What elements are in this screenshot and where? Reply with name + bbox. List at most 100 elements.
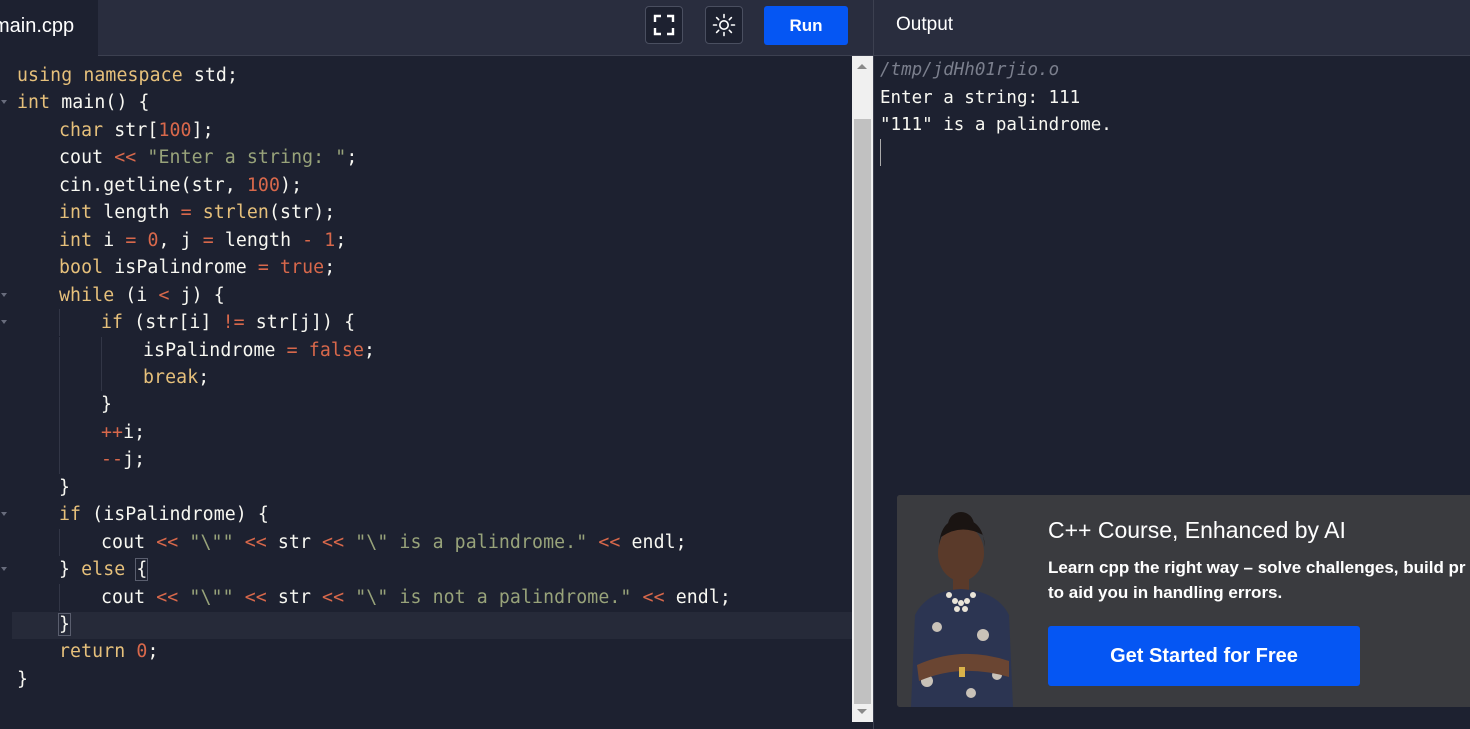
theme-toggle-icon <box>712 13 736 37</box>
code-token: << <box>114 147 137 169</box>
code-token: - <box>302 229 314 251</box>
fold-arrow-icon[interactable] <box>0 98 8 106</box>
fold-arrow-icon[interactable] <box>0 510 8 518</box>
scroll-down-arrow-icon[interactable] <box>857 709 867 714</box>
code-token: str[j]) { <box>244 312 356 334</box>
code-token: if <box>59 504 82 526</box>
code-token: "Enter a string: " <box>147 147 347 169</box>
code-token: (str[i] <box>123 312 223 334</box>
code-line: if (str[i] != str[j]) { <box>101 309 355 336</box>
code-token: (i <box>114 284 159 306</box>
code-token: isPalindrome <box>103 257 258 279</box>
code-token: 0 <box>147 229 159 251</box>
code-token: true <box>280 257 325 279</box>
fold-arrow-icon[interactable] <box>0 318 8 326</box>
code-token: << <box>244 586 267 608</box>
editor-toolbar: main.cpp Run <box>0 0 873 56</box>
code-token: , j <box>158 229 203 251</box>
course-ad-card[interactable]: C++ Course, Enhanced by AI Learn cpp the… <box>897 495 1470 707</box>
code-token: << <box>598 531 621 553</box>
output-header: Output <box>874 0 1470 56</box>
scrollbar-thumb[interactable] <box>854 119 871 704</box>
scroll-up-arrow-icon[interactable] <box>857 64 867 69</box>
code-editor[interactable]: using namespace std; int main() {char str… <box>0 56 852 729</box>
code-line: bool isPalindrome = true; <box>59 254 335 281</box>
code-token: { <box>135 558 149 582</box>
editor-scrollbar[interactable] <box>852 56 873 722</box>
code-token: int <box>59 202 93 224</box>
fold-arrow-icon[interactable] <box>0 565 8 573</box>
code-token: ; <box>324 257 336 279</box>
code-token: int <box>59 229 93 251</box>
code-token: = <box>286 339 298 361</box>
code-token: ; <box>335 229 347 251</box>
code-token: int <box>17 92 51 114</box>
output-binary-path: /tmp/jdHh01rjio.o <box>880 60 1060 80</box>
indent-guide <box>59 336 60 364</box>
code-token: return <box>59 641 126 663</box>
code-token: } <box>57 613 72 636</box>
code-token: << <box>244 531 267 553</box>
code-line: char str[100]; <box>59 117 214 144</box>
code-line: while (i < j) { <box>59 282 225 309</box>
code-token: j; <box>123 449 146 471</box>
code-token: << <box>156 531 179 553</box>
code-token: "\" is not a palindrome." <box>355 586 632 608</box>
code-line: --j; <box>101 446 145 473</box>
code-line: isPalindrome = false; <box>143 337 375 364</box>
text-cursor <box>880 139 881 166</box>
code-token: (str); <box>269 202 336 224</box>
code-token: 100 <box>158 119 192 141</box>
fold-arrow-icon[interactable] <box>0 291 8 299</box>
code-token: length <box>213 229 303 251</box>
file-tab[interactable]: main.cpp <box>0 0 98 56</box>
code-token: j) { <box>169 284 225 306</box>
code-line: cin.getline(str, 100); <box>59 172 302 199</box>
code-line: if (isPalindrome) { <box>59 501 269 528</box>
code-token: using <box>17 65 73 86</box>
code-token: 1 <box>324 229 336 251</box>
indent-guide <box>59 418 60 447</box>
code-token: } <box>59 559 82 581</box>
run-button[interactable]: Run <box>764 6 848 45</box>
code-token: std; <box>182 65 239 86</box>
indent-guide <box>59 363 60 392</box>
code-token: << <box>642 586 665 608</box>
fullscreen-button[interactable] <box>645 6 683 44</box>
code-token: } <box>59 476 71 498</box>
code-token: ; <box>346 147 358 169</box>
active-line-highlight <box>12 612 852 639</box>
code-token: break <box>143 366 199 388</box>
code-token: "\" is a palindrome." <box>355 531 588 553</box>
code-line: cout << "\"" << str << "\" is a palindro… <box>101 529 687 556</box>
code-token: cout <box>101 586 157 608</box>
code-token: cout <box>59 147 115 169</box>
code-token: "\"" <box>189 531 234 553</box>
code-token: str <box>266 586 323 608</box>
indent-guide <box>59 583 60 611</box>
code-token: < <box>158 284 170 306</box>
code-line: using namespace std; <box>17 62 238 89</box>
code-token: false <box>308 339 365 361</box>
code-token: str <box>266 531 323 553</box>
get-started-button[interactable]: Get Started for Free <box>1048 626 1360 686</box>
indent-guide <box>59 528 60 557</box>
code-token: length <box>92 202 181 224</box>
code-token: << <box>156 586 179 608</box>
theme-toggle-button[interactable] <box>705 6 743 44</box>
code-token: cin.getline(str, <box>59 174 247 196</box>
indent-guide <box>59 391 60 419</box>
code-line: } <box>101 391 112 418</box>
code-line: cout << "\"" << str << "\" is not a pali… <box>101 584 731 611</box>
code-token: ++ <box>101 421 124 443</box>
